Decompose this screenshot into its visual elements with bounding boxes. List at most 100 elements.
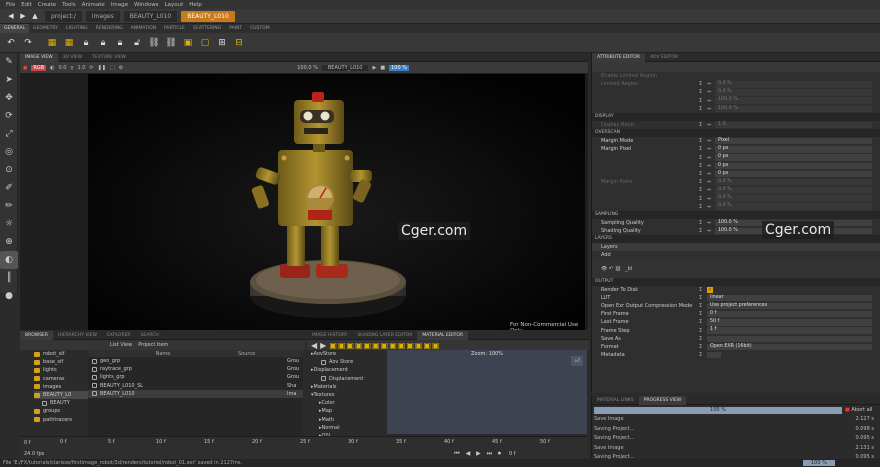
timeline-start[interactable]: 0 f <box>24 440 31 446</box>
tab-material-editor[interactable]: MATERIAL EDITOR <box>417 330 469 340</box>
percent-value[interactable]: 100 % <box>389 64 409 71</box>
expr-icon[interactable]: Σ <box>699 228 707 234</box>
expr-icon[interactable]: Σ <box>699 106 707 112</box>
tree-item[interactable]: ▸ Normal <box>311 424 387 432</box>
pause-icon[interactable]: ❚❚ <box>98 65 106 71</box>
render-image[interactable]: Cger.com For Non-Commercial Use Only <box>88 74 585 330</box>
output-node-icon[interactable]: ⏎ <box>571 356 583 366</box>
prop-value[interactable]: 0 px <box>715 146 872 153</box>
gamma-value[interactable]: 1.0 <box>77 65 85 71</box>
breadcrumb-images[interactable]: images <box>85 10 120 22</box>
breadcrumb-current[interactable]: BEAUTY_L010 <box>181 10 235 22</box>
tree-item[interactable]: BEAUTY <box>34 399 88 407</box>
group-icon[interactable]: ▣ <box>182 37 194 49</box>
stop-icon[interactable]: ■ <box>380 65 385 71</box>
save-as-field[interactable] <box>707 335 872 343</box>
list-view-dropdown[interactable]: List View <box>110 342 132 348</box>
expr-icon[interactable]: Σ <box>699 319 707 325</box>
prop-value[interactable]: 0.0 % <box>715 195 872 202</box>
rgb-icon[interactable]: ● <box>23 65 27 71</box>
tree-item[interactable]: ▸ Color <box>311 399 387 407</box>
expr-icon[interactable]: Σ <box>699 138 707 144</box>
play-icon[interactable]: ▶ <box>372 65 376 71</box>
tools-icon[interactable]: ⚙ <box>119 65 123 71</box>
tree-item[interactable]: ▸ Materials <box>311 383 387 391</box>
tab-texture-view[interactable]: TEXTURE VIEW <box>87 53 131 62</box>
prop-value[interactable]: 0 px <box>715 170 872 178</box>
move-icon[interactable]: ✥ <box>0 89 18 107</box>
link-icon[interactable]: ⇔ <box>707 179 715 185</box>
tab-general[interactable]: GENERAL <box>0 24 30 33</box>
undo-icon[interactable]: ↶ <box>5 37 17 49</box>
tree-item[interactable]: images <box>34 383 88 391</box>
tab-custom[interactable]: CUSTOM <box>246 24 273 33</box>
expr-icon[interactable]: Σ <box>699 204 707 210</box>
tree-item[interactable]: ▸ Displacement <box>311 366 387 374</box>
prop-dropdown[interactable]: Open EXR (16bit) <box>707 343 872 351</box>
tab-attribute-editor[interactable]: ATTRIBUTE EDITOR <box>592 52 646 62</box>
back-icon[interactable]: ◀ <box>5 10 17 22</box>
tree-item-selected[interactable]: BEAUTY_L0 <box>34 390 88 400</box>
prop-dropdown[interactable]: Use project preferences <box>707 302 872 310</box>
tab-paint[interactable]: PAINT <box>225 24 246 33</box>
refresh-icon[interactable]: ⟳ <box>89 65 93 71</box>
expr-icon[interactable]: Σ <box>699 98 707 104</box>
prop-value[interactable]: 100.0 % <box>715 97 872 104</box>
layer-name[interactable]: _bl <box>625 266 632 272</box>
tree-item[interactable]: lights <box>34 366 88 374</box>
list-item[interactable]: BEAUTY_L010_SL Sha <box>88 382 303 390</box>
prop-value[interactable]: 0.0 % <box>715 187 872 194</box>
menu-layout[interactable]: Layout <box>165 2 184 8</box>
tree-item[interactable]: Displacement <box>311 375 387 383</box>
link-icon[interactable]: ⇔ <box>707 228 715 234</box>
link-icon[interactable]: ⇔ <box>707 81 715 87</box>
link-icon[interactable]: ⇔ <box>707 171 715 177</box>
tab-hierarchy-view[interactable]: HIERARCHY VIEW <box>53 331 102 340</box>
expr-icon[interactable]: Σ <box>699 303 707 309</box>
tab-progress-view[interactable]: PROGRESS VIEW <box>638 395 687 405</box>
select-icon[interactable]: ➤ <box>0 71 18 89</box>
tab-material-links[interactable]: MATERIAL LINKS <box>592 396 639 405</box>
lock-icon[interactable]: 🔒︎ <box>80 37 92 49</box>
eye-icon[interactable]: 👁︎ ↶ ⛓ <box>592 266 621 272</box>
tab-image-view[interactable]: IMAGE VIEW <box>20 52 58 62</box>
expr-icon[interactable]: Σ <box>699 311 707 317</box>
link-icon[interactable]: ⇔ <box>707 89 715 95</box>
grid-icon[interactable]: ▦ <box>46 37 58 49</box>
link-icon[interactable]: ⇔ <box>707 220 715 226</box>
lock-selection-icon[interactable]: 🔒︎ <box>114 37 126 49</box>
tree-item[interactable]: ▾ Textures <box>311 391 387 399</box>
expr-icon[interactable]: Σ <box>699 287 707 293</box>
link-icon[interactable]: ⇔ <box>707 196 715 202</box>
redo-icon[interactable]: ↷ <box>22 37 34 49</box>
transform-icon[interactable]: ◎ <box>0 143 18 161</box>
pick-icon[interactable]: ✎ <box>0 53 18 71</box>
menu-edit[interactable]: Edit <box>21 2 32 8</box>
column-source[interactable]: Source <box>238 351 255 357</box>
link-icon[interactable]: ⇔ <box>707 163 715 169</box>
link-icon[interactable]: ⛓ <box>148 37 160 49</box>
tree-item[interactable]: cameras <box>34 375 88 383</box>
tree-item[interactable]: ▸ Math <box>311 416 387 424</box>
link-icon[interactable]: ⇔ <box>707 187 715 193</box>
menu-tools[interactable]: Tools <box>62 2 76 8</box>
channel-icon[interactable]: RGB <box>31 64 47 71</box>
node-tools-icon[interactable]: ▣▣▣▣▣▣▣▣▣▣▣▣▣ <box>329 341 440 350</box>
node-graph-canvas[interactable]: Zoom: 100% ⏎ <box>387 350 587 434</box>
section-layers[interactable]: LAYERS <box>592 235 880 244</box>
tree-item[interactable]: base_sif <box>34 358 88 366</box>
back-icon[interactable]: ◀ <box>311 341 317 350</box>
link-icon[interactable]: ⇔ <box>707 138 715 144</box>
tab-particle[interactable]: PARTICLE <box>160 24 189 33</box>
render-icon[interactable]: ◐ <box>0 251 18 269</box>
tab-rendering[interactable]: RENDERING <box>92 24 127 33</box>
link-icon[interactable]: ⇔ <box>707 122 715 128</box>
prop-value[interactable]: 1.0 <box>715 121 872 129</box>
expr-icon[interactable]: Σ <box>699 196 707 202</box>
prop-value[interactable]: 0.0 % <box>715 203 872 210</box>
prop-value[interactable]: 0.0 % <box>715 81 872 88</box>
zoom-icon[interactable]: ⊕ <box>0 233 18 251</box>
rotate-icon[interactable]: ⟳ <box>0 107 18 125</box>
tab-animation[interactable]: ANIMATION <box>127 24 160 33</box>
grid-alt-icon[interactable]: ▦ <box>63 37 75 49</box>
